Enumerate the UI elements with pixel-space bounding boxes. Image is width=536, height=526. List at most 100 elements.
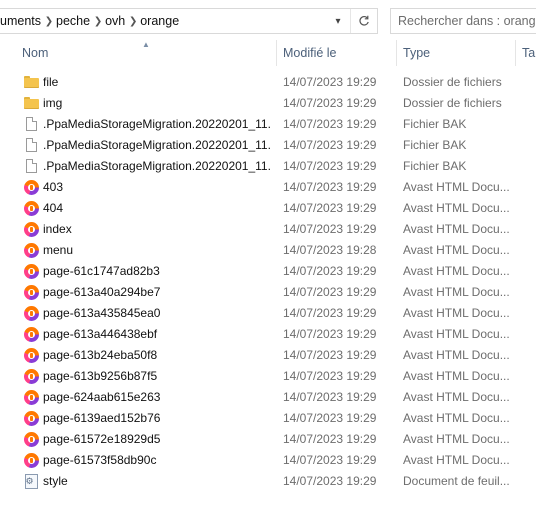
file-row[interactable]: 404 14/07/2023 19:29 Avast HTML Docu...: [0, 198, 536, 219]
file-modified-date: 14/07/2023 19:29: [283, 369, 377, 383]
file-modified-date: 14/07/2023 19:29: [283, 75, 377, 89]
avast-html-icon: [23, 284, 39, 300]
file-row[interactable]: index 14/07/2023 19:29 Avast HTML Docu...: [0, 219, 536, 240]
file-modified-date: 14/07/2023 19:29: [283, 474, 377, 488]
file-row[interactable]: page-613b9256b87f5 14/07/2023 19:29 Avast …: [0, 366, 536, 387]
breadcrumb-item[interactable]: peche: [56, 14, 91, 28]
file-type: Avast HTML Docu...: [403, 264, 510, 278]
search-input[interactable]: Rechercher dans : orange: [390, 8, 536, 34]
file-row[interactable]: style 14/07/2023 19:29 Document de feuil..…: [0, 471, 536, 492]
file-name: page-613a40a294be7: [43, 285, 161, 299]
file-row[interactable]: page-61572e18929d5 14/07/2023 19:29 Avast …: [0, 429, 536, 450]
file-row[interactable]: page-6139aed152b76 14/07/2023 19:29 Avast …: [0, 408, 536, 429]
file-icon-shape: [25, 159, 37, 173]
file-modified-date: 14/07/2023 19:29: [283, 201, 377, 215]
column-divider[interactable]: [515, 40, 516, 66]
breadcrumb-item[interactable]: orange: [140, 14, 180, 28]
chevron-right-icon[interactable]: ❯: [126, 16, 140, 27]
file-modified-date: 14/07/2023 19:29: [283, 117, 377, 131]
avast-html-icon-shape: [23, 431, 39, 447]
file-row[interactable]: page-613b24eba50f8 14/07/2023 19:29 Avast …: [0, 345, 536, 366]
file-type: Avast HTML Docu...: [403, 306, 510, 320]
column-header: Nom Modifié le Type Ta: [0, 38, 536, 68]
avast-html-icon: [23, 305, 39, 321]
file-type: Avast HTML Docu...: [403, 369, 510, 383]
file-type: Avast HTML Docu...: [403, 411, 510, 425]
file-icon: [23, 158, 39, 174]
avast-html-icon-shape: [23, 368, 39, 384]
avast-html-icon: [23, 431, 39, 447]
file-row[interactable]: 403 14/07/2023 19:29 Avast HTML Docu...: [0, 177, 536, 198]
column-header-size[interactable]: Ta: [522, 38, 535, 68]
avast-html-icon: [23, 221, 39, 237]
file-type: Fichier BAK: [403, 159, 467, 173]
avast-html-icon: [23, 242, 39, 258]
file-name: 403: [43, 180, 64, 194]
file-row[interactable]: page-624aab615e263 14/07/2023 19:29 Avast …: [0, 387, 536, 408]
file-name: page-61c1747ad82b3: [43, 264, 160, 278]
file-type: Avast HTML Docu...: [403, 390, 510, 404]
folder-icon-shape: [23, 76, 39, 88]
breadcrumb-item[interactable]: uments: [0, 14, 42, 28]
file-type: Document de feuil...: [403, 474, 510, 488]
file-name: img: [43, 96, 63, 110]
avast-html-icon: [23, 200, 39, 216]
file-modified-date: 14/07/2023 19:29: [283, 264, 377, 278]
file-type: Dossier de fichiers: [403, 75, 502, 89]
column-divider[interactable]: [396, 40, 397, 66]
file-name: page-61573f58db90c: [43, 453, 157, 467]
file-row[interactable]: file 14/07/2023 19:29 Dossier de fichiers: [0, 72, 536, 93]
address-dropdown-button[interactable]: ▾: [326, 9, 350, 33]
file-row[interactable]: .PpaMediaStorageMigration.20220201_11...…: [0, 135, 536, 156]
file-icon-shape: [25, 138, 37, 152]
file-row[interactable]: menu 14/07/2023 19:28 Avast HTML Docu...: [0, 240, 536, 261]
avast-html-icon-shape: [23, 305, 39, 321]
file-name: .PpaMediaStorageMigration.20220201_11...: [43, 138, 271, 152]
avast-html-icon-shape: [23, 263, 39, 279]
file-name: .PpaMediaStorageMigration.20220201_11...: [43, 117, 271, 131]
file-name: menu: [43, 243, 74, 257]
avast-html-icon: [23, 179, 39, 195]
file-type: Dossier de fichiers: [403, 96, 502, 110]
file-modified-date: 14/07/2023 19:29: [283, 306, 377, 320]
file-type: Avast HTML Docu...: [403, 285, 510, 299]
avast-html-icon: [23, 452, 39, 468]
breadcrumb-item[interactable]: ovh: [105, 14, 126, 28]
avast-html-icon-shape: [23, 221, 39, 237]
file-row[interactable]: page-613a435845ea0 14/07/2023 19:29 Avast …: [0, 303, 536, 324]
address-bar[interactable]: uments ❯ peche ❯ ovh ❯ orange ▾: [0, 8, 378, 34]
file-type: Avast HTML Docu...: [403, 201, 510, 215]
file-row[interactable]: .PpaMediaStorageMigration.20220201_11...…: [0, 114, 536, 135]
folder-icon: [23, 74, 39, 90]
file-type: Avast HTML Docu...: [403, 327, 510, 341]
file-row[interactable]: .PpaMediaStorageMigration.20220201_11...…: [0, 156, 536, 177]
file-row[interactable]: page-613a40a294be7 14/07/2023 19:29 Avast …: [0, 282, 536, 303]
folder-icon-shape: [23, 97, 39, 109]
column-header-type[interactable]: Type: [403, 38, 430, 68]
file-modified-date: 14/07/2023 19:29: [283, 453, 377, 467]
file-row[interactable]: page-61c1747ad82b3 14/07/2023 19:29 Avast …: [0, 261, 536, 282]
column-divider[interactable]: [276, 40, 277, 66]
avast-html-icon-shape: [23, 200, 39, 216]
file-modified-date: 14/07/2023 19:29: [283, 390, 377, 404]
file-name: file: [43, 75, 59, 89]
column-header-name[interactable]: Nom: [22, 38, 48, 68]
file-modified-date: 14/07/2023 19:29: [283, 285, 377, 299]
avast-html-icon-shape: [23, 242, 39, 258]
avast-html-icon-shape: [23, 389, 39, 405]
file-name: page-613a446438ebf: [43, 327, 158, 341]
file-type: Avast HTML Docu...: [403, 222, 510, 236]
file-row[interactable]: page-61573f58db90c 14/07/2023 19:29 Avast …: [0, 450, 536, 471]
file-type: Avast HTML Docu...: [403, 243, 510, 257]
stylesheet-icon-shape: [24, 473, 38, 489]
refresh-icon: [359, 15, 369, 26]
chevron-right-icon[interactable]: ❯: [91, 16, 105, 27]
file-icon: [23, 116, 39, 132]
avast-html-icon-shape: [23, 179, 39, 195]
chevron-down-icon: ▾: [335, 15, 341, 27]
file-row[interactable]: page-613a446438ebf 14/07/2023 19:29 Avast …: [0, 324, 536, 345]
chevron-right-icon[interactable]: ❯: [42, 16, 56, 27]
column-header-modified[interactable]: Modifié le: [283, 38, 337, 68]
file-row[interactable]: img 14/07/2023 19:29 Dossier de fichiers: [0, 93, 536, 114]
refresh-button[interactable]: [350, 9, 377, 33]
